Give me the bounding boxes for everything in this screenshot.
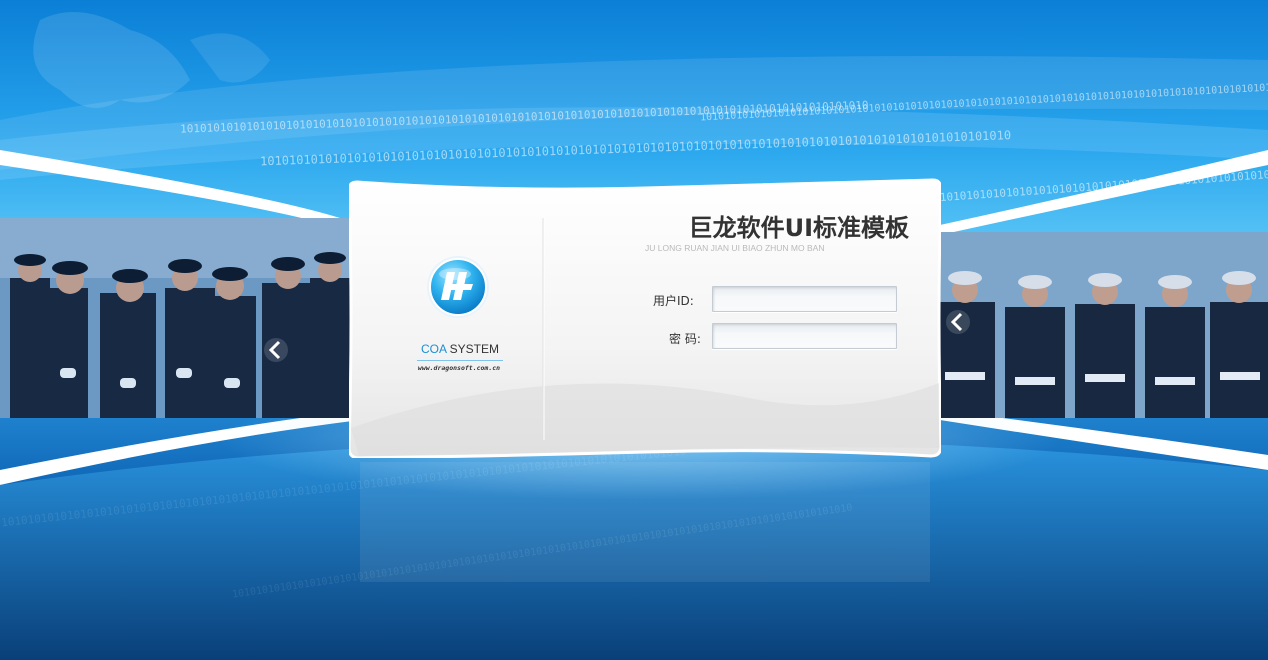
login-screen: 1010101010101010101010101010101010101010… — [0, 0, 1268, 660]
brand-name: COA SYSTEM — [415, 342, 505, 356]
password-input[interactable] — [712, 323, 897, 349]
user-id-label: 用户ID: — [653, 294, 694, 308]
brand-name-accent: COA — [420, 342, 447, 356]
brand-divider — [417, 360, 503, 361]
officers-photo-right — [935, 232, 1268, 418]
page-subtitle: JU LONG RUAN JIAN UI BIAO ZHUN MO BAN — [645, 243, 825, 253]
arrow-left-icon[interactable] — [944, 308, 972, 336]
arrow-left-icon[interactable] — [262, 336, 290, 364]
officers-photo-left — [0, 218, 356, 418]
login-card: COA SYSTEM www.dragonsoft.com.cn 巨龙软件UI标… — [349, 178, 941, 458]
dragonsoft-logo-icon — [425, 254, 491, 320]
page-title: 巨龙软件UI标准模板 — [688, 214, 909, 242]
password-label: 密 码: — [669, 332, 701, 346]
brand-name-rest: SYSTEM — [446, 342, 500, 356]
brand-url: www.dragonsoft.com.cn — [417, 364, 501, 372]
user-id-input[interactable] — [712, 286, 897, 312]
